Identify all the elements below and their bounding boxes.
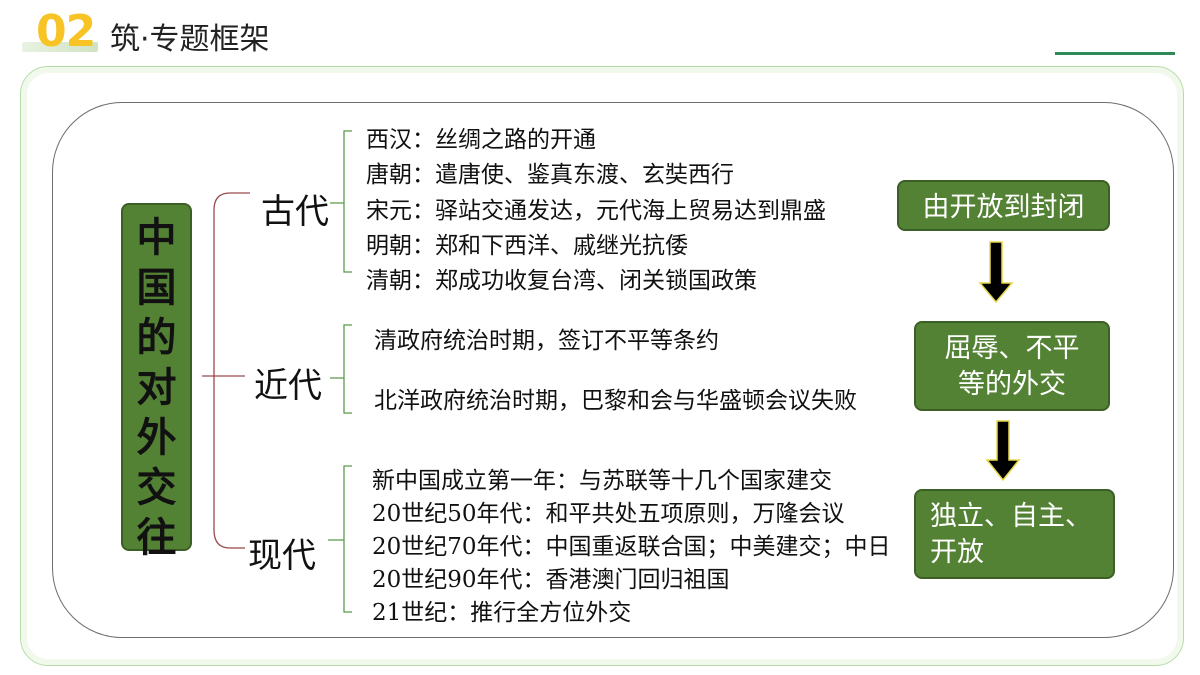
root-bracket: [202, 192, 231, 549]
list-item: 清政府统治时期，签订不平等条约: [374, 328, 719, 354]
era-jindai: 近代: [254, 366, 322, 406]
era-gudai: 古代: [261, 192, 329, 232]
stage-box-ancient: 由开放到封闭: [897, 180, 1110, 231]
bracket-gudai: [330, 130, 352, 273]
list-item: 20世纪70年代：中国重返联合国；中美建交；中日: [372, 534, 891, 560]
root-node-label: 中国的对外交往: [136, 214, 177, 561]
arrow-down-icon-2: [985, 420, 1021, 482]
list-item: 唐朝：遣唐使、鉴真东渡、玄奘西行: [366, 162, 734, 188]
list-item: 20世纪50年代：和平共处五项原则，万隆会议: [372, 501, 845, 527]
era-xiandai: 现代: [248, 536, 316, 576]
list-item: 宋元：驿站交通发达，元代海上贸易达到鼎盛: [366, 198, 826, 224]
list-item: 20世纪90年代：香港澳门回归祖国: [372, 567, 730, 593]
bracket-jindai: [330, 324, 352, 414]
arrow-down-icon: [978, 241, 1014, 304]
list-item: 西汉：丝绸之路的开通: [366, 127, 596, 153]
list-item: 新中国成立第一年：与苏联等十几个国家建交: [372, 468, 832, 494]
list-item: 清朝：郑成功收复台湾、闭关锁国政策: [366, 268, 757, 294]
list-item: 北洋政府统治时期，巴黎和会与华盛顿会议失败: [374, 388, 857, 414]
stage-box-modern-early: 屈辱、不平等的外交: [914, 321, 1110, 411]
stage-box-contemporary: 独立、自主、开放: [914, 489, 1115, 579]
list-item: 明朝：郑和下西洋、戚继光抗倭: [366, 233, 688, 259]
bracket-xiandai: [328, 465, 352, 613]
list-item: 21世纪：推行全方位外交: [372, 600, 632, 626]
